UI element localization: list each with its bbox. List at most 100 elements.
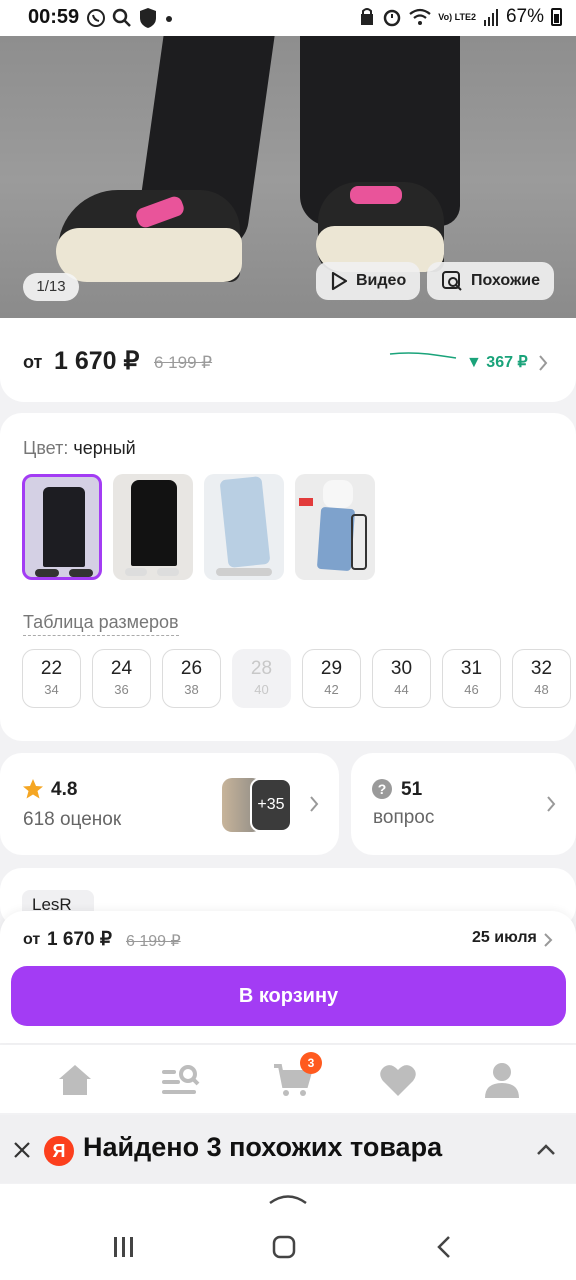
size-eu: 42 bbox=[324, 682, 339, 697]
buy-bar-from: от bbox=[23, 931, 41, 948]
rating-value: 4.8 bbox=[51, 779, 78, 800]
rating-count: 618 оценок bbox=[23, 809, 122, 830]
color-thumb-black-2[interactable] bbox=[113, 474, 193, 580]
chevron-right-icon[interactable] bbox=[545, 795, 557, 813]
size-option-26[interactable]: 26 38 bbox=[162, 649, 221, 708]
size-eu: 36 bbox=[114, 682, 129, 697]
size-option-30[interactable]: 30 44 bbox=[372, 649, 431, 708]
size-ru: 29 bbox=[320, 658, 343, 679]
size-eu: 38 bbox=[184, 682, 199, 697]
thumb-figure bbox=[219, 476, 271, 568]
size-option-32[interactable]: 32 48 bbox=[512, 649, 571, 708]
size-ru: 22 bbox=[40, 658, 63, 679]
size-eu: 46 bbox=[464, 682, 479, 697]
catalog-search-icon[interactable] bbox=[160, 1060, 200, 1100]
price-history-line bbox=[389, 352, 457, 359]
size-option-29[interactable]: 29 42 bbox=[302, 649, 361, 708]
delivery-date[interactable]: 25 июля bbox=[472, 929, 537, 947]
chevron-right-icon[interactable] bbox=[543, 932, 553, 948]
image-counter: 1/13 bbox=[23, 273, 79, 301]
price-current: 1 670 ₽ bbox=[54, 347, 140, 375]
review-photos-more[interactable]: +35 bbox=[250, 778, 292, 832]
size-eu: 44 bbox=[394, 682, 409, 697]
yandex-logo: Я bbox=[44, 1136, 74, 1166]
signal-icon bbox=[483, 9, 498, 26]
buy-bar-old-price: 6 199 ₽ bbox=[126, 933, 181, 950]
size-ru: 32 bbox=[530, 658, 553, 679]
status-notification-icons bbox=[86, 7, 174, 29]
thumb-figure bbox=[131, 480, 177, 566]
color-label-text: Цвет: bbox=[23, 438, 69, 458]
color-thumb-black-selected[interactable] bbox=[22, 474, 102, 580]
shield-icon bbox=[140, 8, 156, 28]
size-eu: 40 bbox=[254, 682, 269, 697]
size-ru: 26 bbox=[180, 658, 203, 679]
question-icon: ? bbox=[372, 779, 392, 799]
add-to-cart-button[interactable]: В корзину bbox=[11, 966, 566, 1026]
close-icon[interactable] bbox=[12, 1140, 32, 1160]
network-label: Vo) LTE2 bbox=[438, 11, 476, 22]
color-thumb-blue[interactable] bbox=[295, 474, 375, 580]
price-drop-value: 367 ₽ bbox=[486, 354, 528, 371]
video-label: Видео bbox=[356, 272, 407, 289]
questions-card[interactable] bbox=[351, 753, 576, 855]
chevron-right-icon[interactable] bbox=[537, 354, 549, 372]
size-ru: 31 bbox=[460, 658, 483, 679]
chevron-up-icon[interactable] bbox=[536, 1142, 556, 1156]
status-time: 00:59 bbox=[28, 6, 80, 28]
dot-icon bbox=[166, 16, 172, 22]
size-table-link[interactable]: Таблица размеров bbox=[23, 612, 179, 636]
shoe-accent-right bbox=[350, 186, 402, 204]
chevron-right-icon[interactable] bbox=[308, 795, 320, 813]
size-eu: 34 bbox=[44, 682, 59, 697]
similar-label: Похожие bbox=[471, 272, 541, 289]
alarm-lock-icon bbox=[361, 8, 374, 25]
thumb-shoe bbox=[216, 568, 272, 576]
profile-icon[interactable] bbox=[482, 1060, 522, 1100]
color-thumb-lightblue[interactable] bbox=[204, 474, 284, 580]
play-icon bbox=[331, 271, 348, 291]
thumb-flag bbox=[299, 498, 313, 506]
search-icon bbox=[112, 8, 131, 27]
questions-label: вопрос bbox=[373, 807, 435, 828]
similar-search-icon bbox=[442, 271, 462, 291]
similar-button[interactable]: Похожие bbox=[427, 262, 555, 300]
viber-icon bbox=[87, 9, 105, 27]
battery-icon bbox=[551, 8, 562, 26]
status-bar: 00:59 Vo) LTE2 67% bbox=[0, 0, 576, 36]
sole-left bbox=[56, 228, 242, 282]
heart-icon[interactable] bbox=[378, 1060, 418, 1100]
size-option-31[interactable]: 31 46 bbox=[442, 649, 501, 708]
buy-bar-price: 1 670 ₽ bbox=[47, 929, 112, 950]
svg-text:?: ? bbox=[378, 781, 387, 797]
home-icon[interactable] bbox=[55, 1060, 95, 1100]
thumb-shirt bbox=[323, 480, 353, 508]
size-option-28-unavailable: 28 40 bbox=[232, 649, 291, 708]
thumb-chair bbox=[351, 514, 367, 570]
size-option-24[interactable]: 24 36 bbox=[92, 649, 151, 708]
size-ru: 28 bbox=[250, 658, 273, 679]
price-drop[interactable]: ▼ 367 ₽ bbox=[466, 352, 528, 372]
down-arrow-icon: ▼ bbox=[466, 354, 482, 371]
thumb-figure bbox=[43, 487, 85, 567]
swipe-up-handle-icon[interactable] bbox=[268, 1192, 308, 1206]
thumb-shoe bbox=[69, 569, 93, 577]
size-ru: 30 bbox=[390, 658, 413, 679]
size-eu: 48 bbox=[534, 682, 549, 697]
size-ru: 24 bbox=[110, 658, 133, 679]
cart-badge: 3 bbox=[300, 1052, 322, 1074]
price-old: 6 199 ₽ bbox=[154, 353, 213, 372]
status-system-icons: Vo) LTE2 67% bbox=[359, 6, 562, 28]
home-button-icon[interactable] bbox=[272, 1235, 296, 1259]
video-button[interactable]: Видео bbox=[316, 262, 421, 300]
size-option-22[interactable]: 22 34 bbox=[22, 649, 81, 708]
price-from: от bbox=[23, 352, 43, 372]
questions-count: 51 bbox=[401, 779, 423, 800]
yandex-banner-text: Найдено 3 похожих товара bbox=[83, 1132, 443, 1162]
color-label: Цвет: черный bbox=[23, 438, 136, 459]
thumb-shoe bbox=[125, 568, 147, 576]
recent-apps-icon[interactable] bbox=[112, 1236, 136, 1258]
thumb-shoe bbox=[157, 568, 179, 576]
back-icon[interactable] bbox=[436, 1235, 452, 1259]
battery-percent: 67% bbox=[505, 6, 544, 27]
